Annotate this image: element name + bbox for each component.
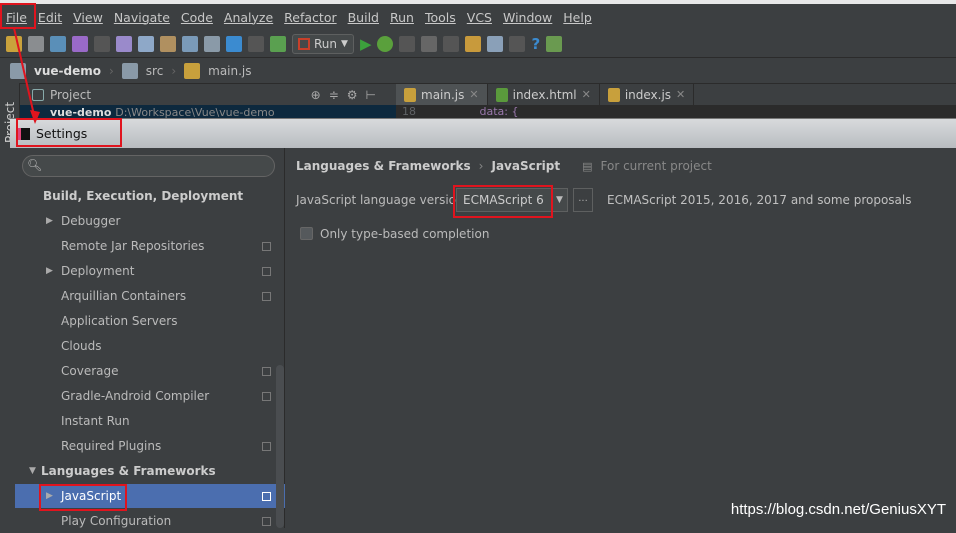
version-description: ECMAScript 2015, 2016, 2017 and some pro… (607, 193, 912, 207)
project-tree-row[interactable]: vue-demo D:\Workspace\Vue\vue-demo (20, 105, 396, 118)
undo-icon[interactable] (72, 35, 88, 52)
settings-icon[interactable] (465, 35, 482, 52)
close-icon[interactable]: ✕ (469, 88, 478, 101)
help-icon[interactable]: ? (531, 35, 540, 53)
settings-tree-item[interactable]: Instant Run (15, 409, 285, 433)
redo-icon[interactable] (94, 35, 110, 52)
project-scope-icon (262, 291, 271, 301)
copy-icon[interactable] (138, 35, 154, 52)
project-scope-icon: ▤ (582, 159, 593, 173)
stop-icon[interactable] (421, 35, 438, 52)
html-file-icon (495, 87, 508, 102)
attach-icon[interactable] (443, 35, 460, 52)
panel-actions[interactable]: ⊕≑⚙⊢ (311, 88, 384, 102)
tree-scrollbar[interactable] (276, 365, 284, 528)
settings-tree-item[interactable]: ▼ Languages & Frameworks (15, 459, 285, 483)
project-scope-icon (262, 391, 271, 401)
menu-refactor[interactable]: Refactor (284, 10, 336, 25)
find-icon[interactable] (182, 35, 198, 52)
project-scope-icon (262, 241, 271, 251)
editor[interactable]: 18 data: { (396, 105, 956, 118)
settings-tree-item[interactable]: ▶ Debugger (15, 209, 285, 233)
plugin-icon[interactable] (546, 35, 563, 52)
expanded-arrow-icon[interactable]: ▼ (29, 466, 41, 476)
debug-icon[interactable] (377, 35, 394, 52)
settings-tree-item[interactable]: Remote Jar Repositories (15, 234, 285, 258)
project-scope-icon (262, 441, 271, 451)
breadcrumb-src[interactable]: src (146, 64, 164, 78)
settings-tree-item[interactable]: Play Configuration (15, 509, 285, 533)
menu-code[interactable]: Code (181, 10, 213, 25)
settings-tree-item[interactable]: Required Plugins (15, 434, 285, 458)
watermark: https://blog.csdn.net/GeniusXYT (730, 501, 946, 518)
editor-tabs: main.js ✕ index.html ✕ index.js ✕ (396, 83, 956, 105)
menu-run[interactable]: Run (390, 10, 414, 25)
project-scope-icon (262, 516, 271, 526)
tab-index-html[interactable]: index.html ✕ (488, 84, 600, 105)
sdk-icon[interactable] (509, 35, 526, 52)
cut-icon[interactable] (116, 35, 132, 52)
paste-icon[interactable] (160, 35, 176, 52)
navigation-breadcrumb: vue-demo › src › main.js (0, 57, 956, 83)
tab-main-js[interactable]: main.js ✕ (396, 84, 488, 105)
js-file-icon (184, 62, 201, 79)
menu-help[interactable]: Help (563, 10, 592, 25)
tab-index-js[interactable]: index.js ✕ (600, 84, 695, 105)
settings-tree-item[interactable]: Arquillian Containers (15, 284, 285, 308)
settings-dialog-titlebar[interactable]: Settings (10, 118, 956, 148)
settings-tree-item[interactable]: Application Servers (15, 309, 285, 333)
browse-button[interactable]: ... (573, 188, 593, 212)
annotation-arrow (13, 27, 40, 124)
menu-analyze[interactable]: Analyze (224, 10, 273, 25)
menu-build[interactable]: Build (348, 10, 379, 25)
breadcrumb-file[interactable]: main.js (208, 64, 251, 78)
project-scope-icon (262, 266, 271, 276)
search-icon: 🔍︎ (27, 158, 43, 172)
settings-tree-item[interactable]: Build, Execution, Deployment (15, 184, 285, 208)
replace-icon[interactable] (204, 35, 220, 52)
highlight-javascript-item (39, 484, 127, 511)
expand-arrow-icon[interactable]: ▶ (46, 216, 58, 226)
toolbar: Run ▼ ▶ ? (0, 30, 956, 57)
project-scope-icon (262, 366, 271, 376)
folder-icon (121, 62, 138, 79)
settings-tree-item[interactable]: Coverage (15, 359, 285, 383)
back-icon[interactable] (226, 35, 242, 52)
forward-icon[interactable] (248, 35, 264, 52)
expand-arrow-icon[interactable]: ▶ (46, 266, 58, 276)
project-panel-header: Project ⊕≑⚙⊢ (20, 83, 396, 105)
close-icon[interactable]: ✕ (582, 88, 591, 101)
settings-breadcrumb: Languages & Frameworks › JavaScript ▤ Fo… (296, 159, 712, 173)
js-file-icon (404, 87, 416, 102)
settings-tree-item[interactable]: ▶ Deployment (15, 259, 285, 283)
highlight-version-select (453, 185, 553, 218)
checkbox-label[interactable]: Only type-based completion (320, 227, 489, 241)
project-scope-icon (262, 491, 271, 501)
menu-navigate[interactable]: Navigate (114, 10, 170, 25)
run-config-icon (298, 37, 310, 50)
menu-view[interactable]: View (73, 10, 103, 25)
chevron-down-icon: ▼ (551, 189, 567, 211)
menu-window[interactable]: Window (503, 10, 552, 25)
chevron-down-icon: ▼ (341, 38, 348, 49)
run-config-select[interactable]: Run ▼ (292, 33, 354, 54)
type-based-completion-checkbox[interactable] (300, 227, 313, 240)
settings-tree-item[interactable]: Gradle-Android Compiler (15, 384, 285, 408)
version-label: JavaScript language version (296, 193, 464, 207)
close-icon[interactable]: ✕ (676, 88, 685, 101)
menu-vcs[interactable]: VCS (467, 10, 492, 25)
project-structure-icon[interactable] (487, 35, 504, 52)
build-icon[interactable] (270, 35, 286, 52)
settings-search-input[interactable]: 🔍︎ (22, 155, 275, 177)
settings-tree-item[interactable]: Clouds (15, 334, 285, 358)
coverage-icon[interactable] (399, 35, 416, 52)
js-file-icon (607, 87, 620, 102)
menu-bar: File Edit View Navigate Code Analyze Refactor B… (0, 0, 956, 30)
run-icon[interactable]: ▶ (360, 35, 372, 53)
menu-tools[interactable]: Tools (425, 10, 456, 25)
